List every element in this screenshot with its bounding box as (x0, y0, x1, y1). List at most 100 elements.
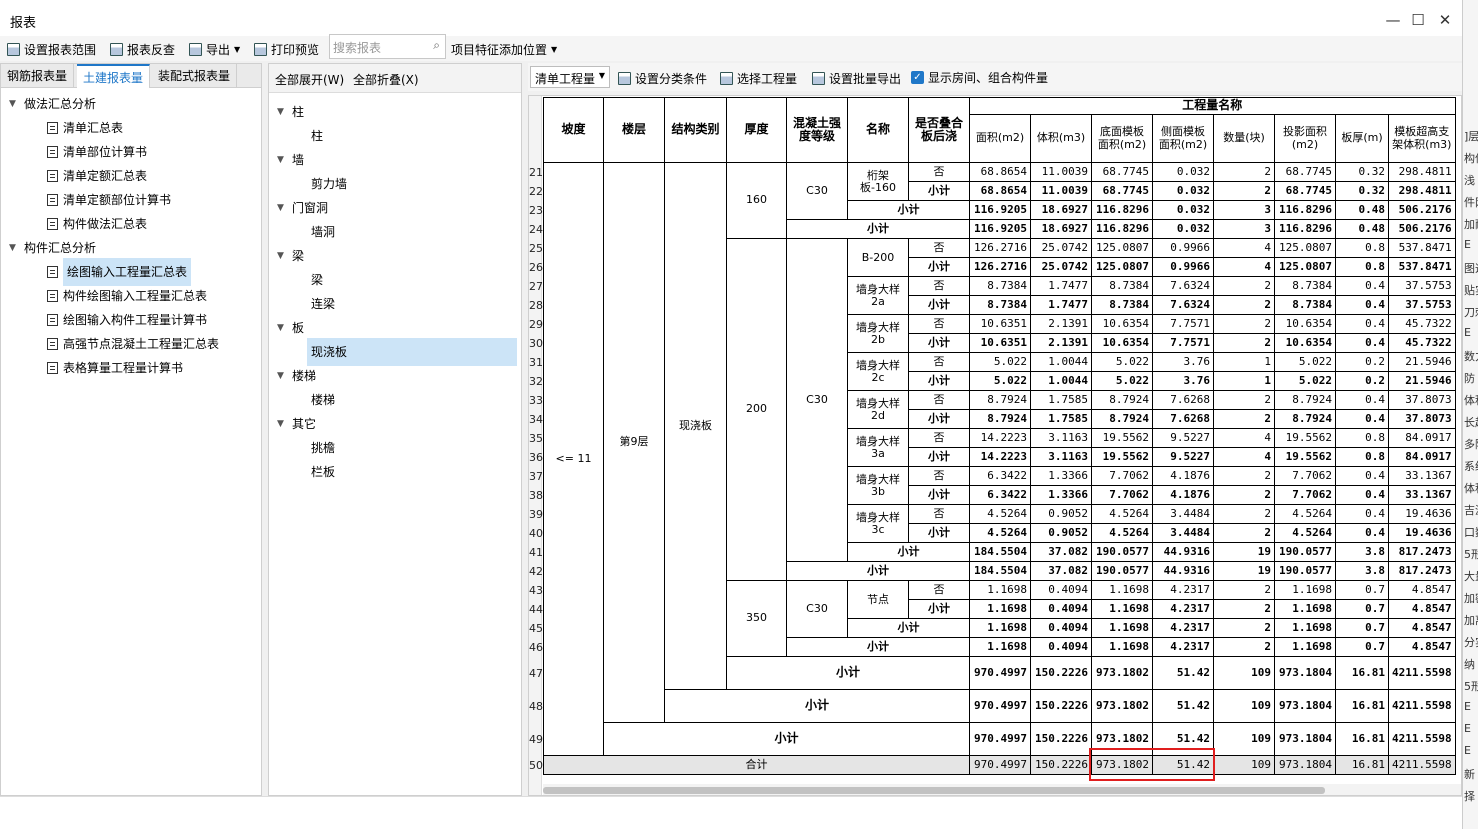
expand-arrow-icon[interactable]: ▼ (9, 92, 19, 116)
value-cell: 116.8296 (1274, 219, 1336, 239)
value-cell: 116.8296 (1091, 219, 1153, 239)
report-reverse-button[interactable]: 报表反查 (110, 40, 175, 58)
tree-leaf[interactable]: 楼梯 (277, 388, 521, 412)
tree-item[interactable]: 绘图输入构件工程量计算书 (9, 308, 259, 332)
overlap-cell: 否 (908, 504, 970, 524)
subtotal-label: 小计 (847, 200, 970, 220)
expand-arrow-icon[interactable]: ▼ (277, 364, 287, 388)
tree-group-component[interactable]: ▼ 构件汇总分析 (9, 236, 259, 260)
struct-cell: 现浇板 (664, 162, 727, 690)
table-row[interactable]: 小计 970.4997 150.2226 973.1802 51.42 109 973.18… (544, 722, 1456, 756)
search-icon[interactable]: ⌕ (433, 38, 440, 53)
expand-arrow-icon[interactable]: ▼ (277, 244, 287, 268)
table-row[interactable]: 小计 970.4997 150.2226 973.1802 51.42 109 973.18… (544, 689, 1456, 723)
tree-leaf[interactable]: 柱 (277, 124, 521, 148)
tree-item[interactable]: 构件绘图输入工程量汇总表 (9, 284, 259, 308)
component-name-cell: 墙身大样3a (847, 428, 909, 467)
value-cell: 3.4484 (1152, 504, 1214, 524)
value-cell: 4211.5598 (1388, 689, 1456, 723)
value-cell: 506.2176 (1388, 219, 1456, 239)
document-icon (47, 170, 58, 182)
tree-item[interactable]: 构件做法汇总表 (9, 212, 259, 236)
value-cell: 1.7477 (1030, 295, 1092, 315)
tree-leaf[interactable]: 挑檐 (277, 436, 521, 460)
tree-leaf-selected[interactable]: 现浇板 (277, 338, 521, 366)
tree-item[interactable]: 清单汇总表 (9, 116, 259, 140)
minimize-button[interactable]: — (1381, 8, 1405, 32)
value-cell: 0.4 (1335, 504, 1389, 524)
value-cell: 973.1804 (1274, 689, 1336, 723)
value-cell: 2.1391 (1030, 314, 1092, 334)
value-cell: 1.1698 (1274, 580, 1336, 600)
checkbox-checked-icon[interactable]: ✓ (911, 70, 924, 84)
tab-prefab-report[interactable]: 装配式报表量 (152, 64, 238, 88)
value-cell: 4.8547 (1388, 580, 1456, 600)
tree-leaf[interactable]: 墙洞 (277, 220, 521, 244)
tree-node-beam[interactable]: ▼ 梁 (277, 244, 521, 268)
close-button[interactable]: ✕ (1433, 8, 1457, 32)
tree-item-selected[interactable]: 绘图输入工程量汇总表 (9, 258, 259, 286)
expand-arrow-icon[interactable]: ▼ (277, 316, 287, 340)
document-icon (47, 290, 58, 302)
tree-leaf[interactable]: 栏板 (277, 460, 521, 484)
expand-arrow-icon[interactable]: ▼ (277, 196, 287, 220)
value-cell: 973.1802 (1091, 689, 1153, 723)
row-number: 36 (529, 451, 543, 464)
tab-rebar-report[interactable]: 钢筋报表量 (1, 64, 75, 88)
tree-item[interactable]: 清单定额部位计算书 (9, 188, 259, 212)
print-preview-button[interactable]: 打印预览 (254, 40, 319, 58)
tree-node-opening[interactable]: ▼ 门窗洞 (277, 196, 521, 220)
value-cell: 7.7571 (1152, 314, 1214, 334)
value-cell: 8.7384 (969, 276, 1031, 296)
row-number: 21 (529, 166, 543, 179)
tree-item[interactable]: 清单部位计算书 (9, 140, 259, 164)
tree-item[interactable]: 清单定额汇总表 (9, 164, 259, 188)
tab-civil-report[interactable]: 土建报表量 (77, 64, 151, 88)
item-feature-dropdown[interactable]: 项目特征添加位置 ▼ (451, 40, 557, 58)
value-cell: 1.7477 (1030, 276, 1092, 296)
expand-arrow-icon[interactable]: ▼ (277, 412, 287, 436)
value-cell: 0.4 (1335, 409, 1389, 429)
tree-node-column[interactable]: ▼ 柱 (277, 100, 521, 124)
show-room-checkbox[interactable]: ✓ 显示房间、组合构件量 (911, 68, 1048, 86)
table-row[interactable]: <= 11 第9层 现浇板 160 C30 桁架板-160 否 68.8654 11.0039 6… (543, 162, 1456, 756)
value-cell: 0.4094 (1030, 618, 1092, 638)
document-icon (47, 146, 58, 158)
window-title: 报表 (10, 16, 37, 31)
tree-item[interactable]: 高强节点混凝土工程量汇总表 (9, 332, 259, 356)
select-quantity-button[interactable]: 选择工程量 (720, 69, 797, 87)
tree-leaf[interactable]: 连梁 (277, 292, 521, 316)
expand-all-button[interactable]: 全部展开(W) (275, 71, 344, 88)
background-label: 系统 (1464, 460, 1478, 473)
tree-group-method[interactable]: ▼ 做法汇总分析 (9, 92, 259, 116)
expand-arrow-icon[interactable]: ▼ (277, 100, 287, 124)
tree-leaf[interactable]: 剪力墙 (277, 172, 521, 196)
horizontal-scrollbar[interactable] (543, 784, 1461, 795)
tree-node-slab[interactable]: ▼ 板 (277, 316, 521, 340)
set-category-button[interactable]: 设置分类条件 (618, 69, 707, 87)
expand-arrow-icon[interactable]: ▼ (9, 236, 19, 260)
tree-item[interactable]: 表格算量工程量计算书 (9, 356, 259, 380)
tree-node-other[interactable]: ▼ 其它 (277, 412, 521, 436)
set-range-button[interactable]: 设置报表范围 (7, 40, 96, 58)
total-row[interactable]: 合计 970.4997 150.2226 973.1802 51.42 109 973.18… (543, 755, 1456, 775)
status-bar (0, 796, 1462, 829)
tree-node-wall[interactable]: ▼ 墙 (277, 148, 521, 172)
batch-export-button[interactable]: 设置批量导出 (812, 69, 901, 87)
expand-arrow-icon[interactable]: ▼ (277, 148, 287, 172)
collapse-all-button[interactable]: 全部折叠(X) (353, 71, 419, 88)
quantity-type-select[interactable]: 清单工程量 ▼ (530, 66, 610, 88)
value-cell: 8.7924 (1274, 390, 1336, 410)
scrollbar-thumb[interactable] (543, 787, 1325, 794)
header-struct: 结构类别 (664, 97, 727, 163)
export-button[interactable]: 导出 ▼ (189, 40, 240, 58)
search-input[interactable]: 搜索报表 ⌕ (329, 34, 446, 59)
tree-leaf[interactable]: 梁 (277, 268, 521, 292)
tree-node-stair[interactable]: ▼ 楼梯 (277, 364, 521, 388)
background-label: 贴实 (1464, 284, 1478, 297)
batch-export-icon (812, 71, 825, 85)
value-cell: 16.81 (1335, 656, 1389, 690)
maximize-button[interactable]: ☐ (1406, 8, 1430, 32)
value-cell: 4.2317 (1152, 599, 1214, 619)
value-cell: 9.5227 (1152, 447, 1214, 467)
